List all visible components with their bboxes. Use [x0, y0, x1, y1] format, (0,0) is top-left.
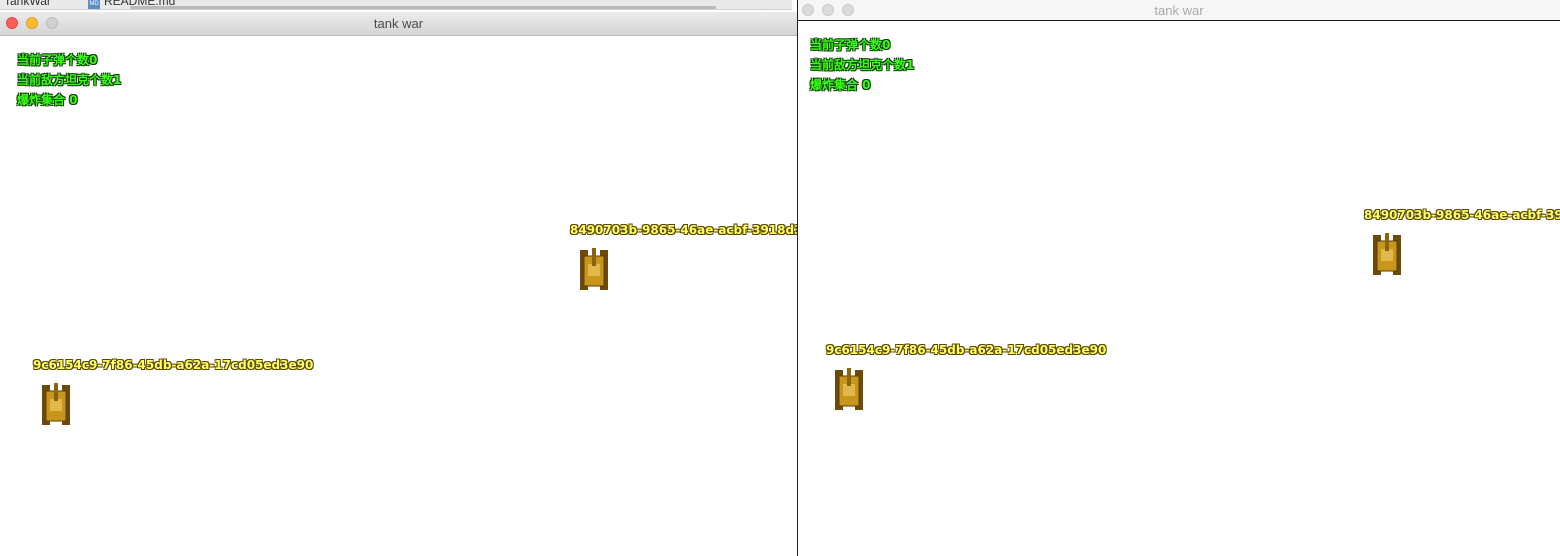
enemy-tank-count: 当前敌方坦克个数1 — [17, 73, 122, 87]
minimize-icon[interactable] — [822, 4, 834, 16]
markdown-icon: MD — [88, 0, 100, 9]
window-title: tank war — [1154, 2, 1204, 18]
explosion-count: 爆炸集合 0 — [810, 78, 871, 92]
close-icon[interactable] — [802, 4, 814, 16]
ide-tab-tankwar[interactable]: TankWar — [4, 0, 51, 8]
explosion-count: 爆炸集合 0 — [17, 93, 78, 107]
game-canvas[interactable]: 当前子弹个数0 当前敌方坦克个数1 爆炸集合 0 8490703b-9865-4… — [798, 21, 1560, 556]
window-title: tank war — [373, 16, 424, 31]
close-icon[interactable] — [6, 17, 18, 29]
window-controls — [6, 17, 58, 29]
screen: TankWar MD README.md tank war 当前子弹个数0 当前敌… — [0, 0, 1560, 556]
window-titlebar[interactable]: tank war — [0, 12, 797, 36]
game-window-right[interactable]: tank war 当前子弹个数0 当前敌方坦克个数1 爆炸集合 0 849070… — [797, 0, 1560, 556]
window-titlebar[interactable]: tank war — [798, 0, 1560, 21]
tank-icon — [1371, 233, 1403, 277]
zoom-icon[interactable] — [842, 4, 854, 16]
tank-id-label: 9c6154c9-7f86-45db-a62a-17cd05ed3e90 — [826, 343, 1107, 357]
bullet-count: 当前子弹个数0 — [17, 53, 98, 67]
bullet-count: 当前子弹个数0 — [810, 38, 891, 52]
window-controls — [802, 4, 854, 16]
game-canvas[interactable]: 当前子弹个数0 当前敌方坦克个数1 爆炸集合 0 8490703b-9865-4… — [0, 36, 797, 556]
hud-panel: 当前子弹个数0 当前敌方坦克个数1 爆炸集合 0 — [810, 35, 914, 95]
tank-id-label: 9c6154c9-7f86-45db-a62a-17cd05ed3e90 — [33, 358, 314, 372]
tank-icon — [833, 368, 865, 412]
tank-icon — [578, 248, 610, 292]
ide-tab-tankwar-label: TankWar — [4, 0, 51, 8]
tank-id-label: 8490703b-9865-46ae-acbf-39 — [1364, 208, 1560, 222]
tank-icon — [40, 383, 72, 427]
hud-panel: 当前子弹个数0 当前敌方坦克个数1 爆炸集合 0 — [17, 50, 121, 110]
zoom-icon[interactable] — [46, 17, 58, 29]
game-window-left[interactable]: tank war 当前子弹个数0 当前敌方坦克个数1 爆炸集合 0 849070… — [0, 12, 797, 556]
enemy-tank-count: 当前敌方坦克个数1 — [810, 58, 915, 72]
ide-scrollbar[interactable] — [130, 6, 716, 9]
tank-id-label: 8490703b-9865-46ae-acbf-3918d3 — [570, 223, 797, 237]
minimize-icon[interactable] — [26, 17, 38, 29]
ide-tab-strip: TankWar MD README.md — [0, 0, 792, 10]
